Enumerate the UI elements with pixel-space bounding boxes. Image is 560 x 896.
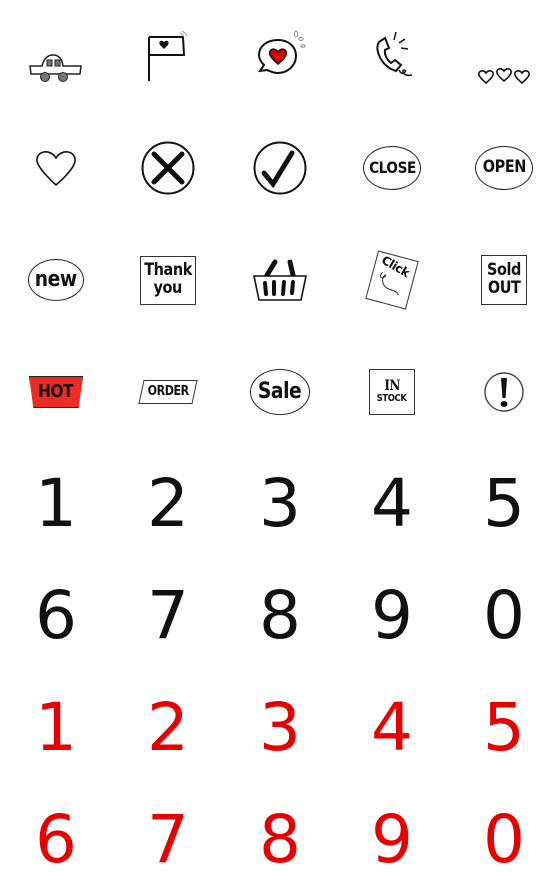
sticker-close[interactable]: CLOSE	[336, 112, 448, 224]
sticker-open[interactable]: OPEN	[448, 112, 560, 224]
open-badge: OPEN	[475, 146, 533, 190]
sticker-black-digit[interactable]: 3	[224, 448, 336, 560]
car-icon	[29, 54, 82, 82]
hot-badge: HOT	[29, 376, 83, 408]
sticker-red-digit[interactable]: 7	[112, 784, 224, 896]
sticker-order[interactable]: ORDER	[112, 336, 224, 448]
sticker-red-digit[interactable]: 4	[336, 672, 448, 784]
sticker-car[interactable]	[0, 0, 112, 112]
sticker-new[interactable]: new	[0, 224, 112, 336]
digit-label: 3	[259, 465, 301, 542]
sticker-three-hearts[interactable]	[448, 0, 560, 112]
digit-label: 0	[483, 577, 525, 654]
digit-label: 8	[259, 577, 301, 654]
sticker-heart[interactable]	[0, 112, 112, 224]
hot-label: HOT	[38, 380, 74, 402]
digit-label: 6	[35, 801, 77, 878]
sticker-red-digit[interactable]: 2	[112, 672, 224, 784]
sticker-red-digit[interactable]: 8	[224, 784, 336, 896]
sticker-red-digit[interactable]: 3	[224, 672, 336, 784]
sticker-click[interactable]: Click	[336, 224, 448, 336]
digit-label: 3	[259, 689, 301, 766]
digit-label: 6	[35, 577, 77, 654]
digit-label: 5	[483, 689, 525, 766]
sticker-black-digit[interactable]: 8	[224, 560, 336, 672]
sticker-check[interactable]	[224, 112, 336, 224]
sticker-exclamation[interactable]	[448, 336, 560, 448]
sticker-red-digit[interactable]: 6	[0, 784, 112, 896]
order-badge: ORDER	[138, 380, 198, 404]
digit-label: 8	[259, 801, 301, 878]
sticker-sold-out[interactable]: Sold OUT	[448, 224, 560, 336]
sticker-black-digit[interactable]: 9	[336, 560, 448, 672]
heart-outline-icon	[36, 151, 76, 187]
sticker-phone[interactable]	[336, 0, 448, 112]
sticker-red-digit[interactable]: 1	[0, 672, 112, 784]
sticker-in-stock[interactable]: IN STOCK	[336, 336, 448, 448]
out-label: OUT	[487, 278, 521, 298]
digit-label: 7	[147, 577, 189, 654]
sticker-black-digit[interactable]: 5	[448, 448, 560, 560]
digit-grid: 12345678901234567890	[0, 448, 560, 896]
sticker-black-digit[interactable]: 2	[112, 448, 224, 560]
close-badge: CLOSE	[363, 146, 421, 190]
sticker-sale[interactable]: Sale	[224, 336, 336, 448]
ringing-phone-icon	[376, 31, 413, 77]
sticker-cross[interactable]	[112, 112, 224, 224]
digit-label: 2	[147, 689, 189, 766]
close-label: CLOSE	[368, 157, 416, 177]
thank-you-badge: Thank you	[140, 255, 196, 305]
digit-label: 4	[371, 689, 413, 766]
sticker-red-digit[interactable]: 0	[448, 784, 560, 896]
order-label: ORDER	[147, 384, 189, 400]
in-label: IN	[384, 378, 400, 395]
check-circle-icon	[253, 141, 307, 195]
digit-label: 1	[35, 465, 77, 542]
digit-label: 0	[483, 801, 525, 878]
sticker-black-digit[interactable]: 4	[336, 448, 448, 560]
digit-label: 1	[35, 689, 77, 766]
exclamation-circle-icon	[484, 372, 524, 412]
sticker-black-digit[interactable]: 7	[112, 560, 224, 672]
sticker-red-digit[interactable]: 9	[336, 784, 448, 896]
three-hearts-icon	[478, 68, 530, 85]
heart-speech-bubble-icon	[257, 30, 306, 75]
sticker-red-digit[interactable]: 5	[448, 672, 560, 784]
open-label: OPEN	[482, 157, 526, 178]
new-label: new	[34, 267, 77, 293]
sale-badge: Sale	[250, 369, 310, 415]
digit-label: 2	[147, 465, 189, 542]
you-label: you	[153, 278, 183, 298]
sale-label: Sale	[258, 379, 302, 405]
sticker-thank-you[interactable]: Thank you	[112, 224, 224, 336]
sticker-black-digit[interactable]: 1	[0, 448, 112, 560]
heart-flag-icon	[148, 30, 188, 81]
sticker-hot[interactable]: HOT	[0, 336, 112, 448]
stock-label: STOCK	[377, 393, 407, 405]
sold-out-badge: Sold OUT	[481, 255, 527, 305]
cross-circle-icon	[141, 141, 195, 195]
new-badge: new	[28, 259, 84, 301]
in-stock-badge: IN STOCK	[369, 369, 415, 415]
sticker-flag[interactable]	[112, 0, 224, 112]
digit-label: 9	[371, 577, 413, 654]
sticker-basket[interactable]	[224, 224, 336, 336]
digit-label: 5	[483, 465, 525, 542]
shopping-basket-icon	[253, 259, 307, 301]
sticker-black-digit[interactable]: 6	[0, 560, 112, 672]
digit-label: 4	[371, 465, 413, 542]
click-badge: Click	[365, 250, 419, 310]
sticker-black-digit[interactable]: 0	[448, 560, 560, 672]
digit-label: 9	[371, 801, 413, 878]
digit-label: 7	[147, 801, 189, 878]
sticker-heart-bubble[interactable]	[224, 0, 336, 112]
